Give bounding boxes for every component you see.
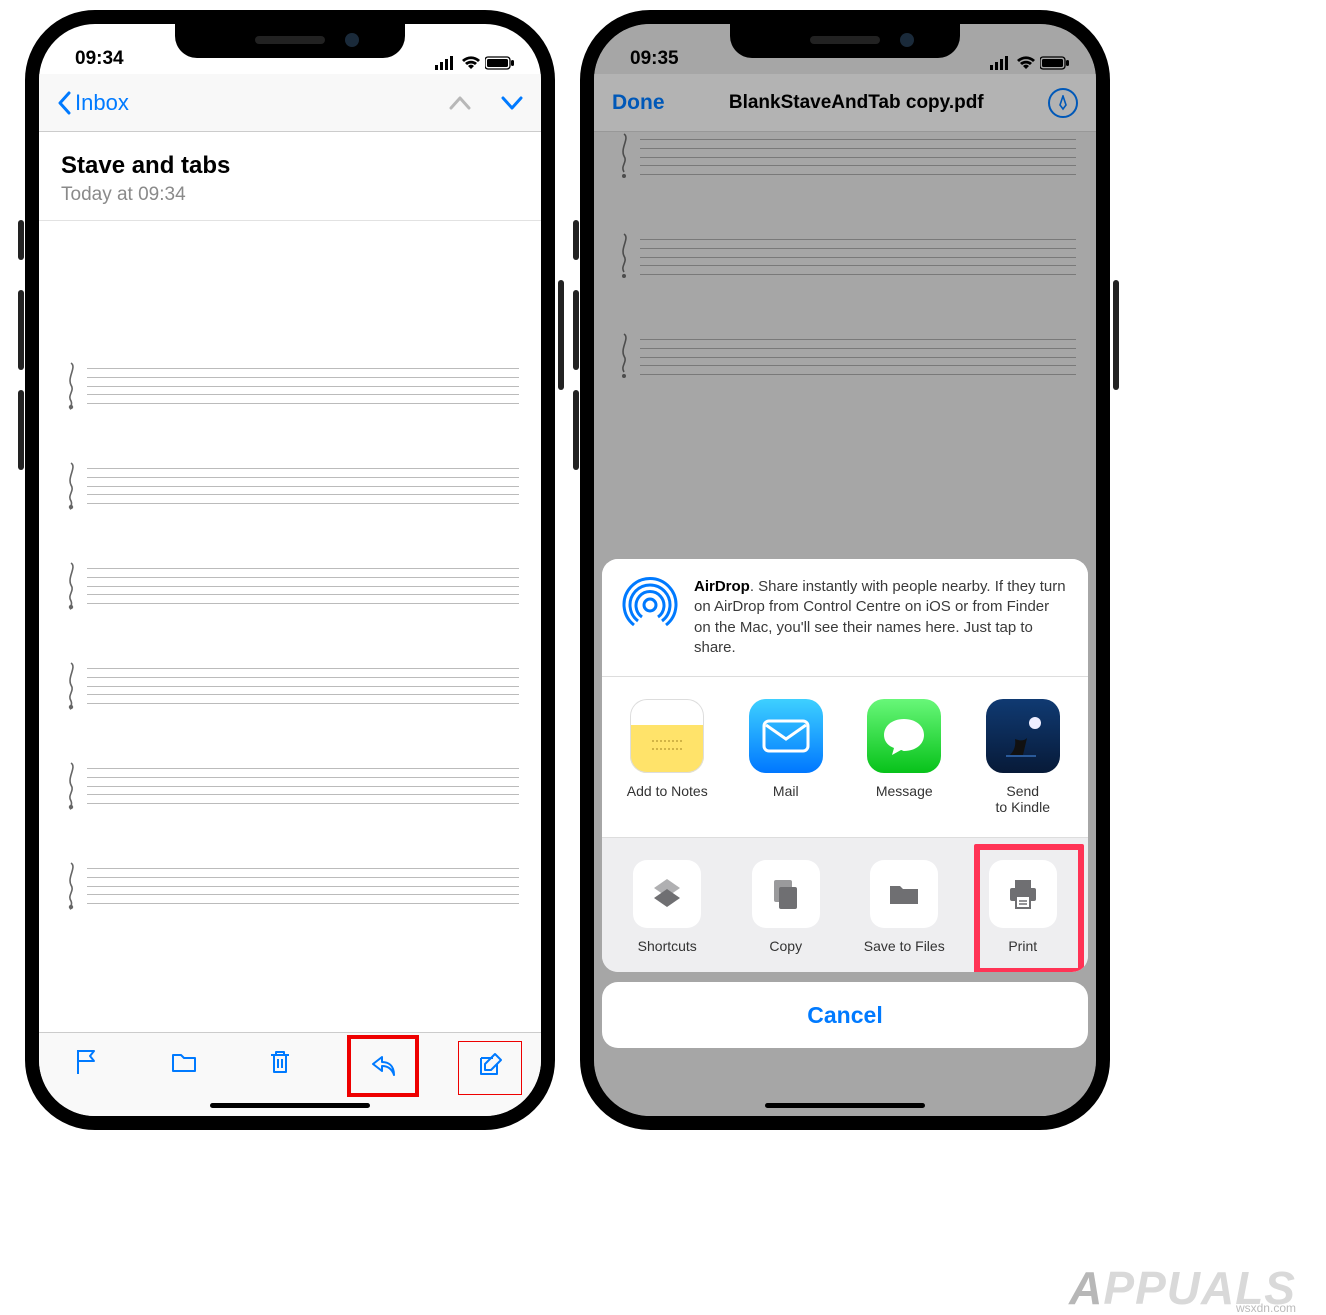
music-staff: [61, 461, 519, 511]
music-staff: [61, 361, 519, 411]
compose-button[interactable]: [458, 1041, 522, 1095]
treble-clef-icon: [61, 761, 81, 811]
email-subject: Stave and tabs: [61, 152, 519, 180]
folder-icon: [886, 876, 922, 912]
share-app-send-to-kindle[interactable]: Send to Kindle: [973, 699, 1073, 815]
status-time: 09:34: [75, 48, 124, 70]
home-indicator[interactable]: [765, 1103, 925, 1108]
email-header: Stave and tabs Today at 09:34: [39, 132, 541, 221]
shortcuts-icon: [649, 876, 685, 912]
treble-clef-icon: [61, 461, 81, 511]
markup-pen-icon: [1055, 95, 1071, 111]
email-date: Today at 09:34: [61, 184, 519, 206]
action-label: Copy: [736, 938, 836, 954]
markup-button[interactable]: [1048, 88, 1078, 118]
app-label: Add to Notes: [617, 783, 717, 799]
treble-clef-icon: [61, 661, 81, 711]
battery-icon: [1040, 56, 1070, 70]
wifi-icon: [461, 56, 481, 70]
back-label: Inbox: [75, 90, 129, 116]
reply-share-button[interactable]: [347, 1035, 419, 1097]
email-body: /* staves generated below via cloning */: [39, 221, 541, 981]
action-shortcuts[interactable]: Shortcuts: [617, 860, 717, 954]
status-time: 09:35: [630, 48, 679, 70]
mute-switch: [573, 220, 579, 260]
chevron-left-icon: [57, 91, 73, 115]
message-icon: [880, 715, 928, 757]
phone-left-frame: 09:34 Inbox Stave and tabs Today at 09:3…: [25, 10, 555, 1130]
trash-button[interactable]: [251, 1047, 309, 1077]
phone-right-frame: 09:35 Done BlankStaveAndTab copy.pdf Air…: [580, 10, 1110, 1130]
airdrop-text: AirDrop. Share instantly with people nea…: [694, 577, 1068, 658]
volume-up: [573, 290, 579, 370]
share-card: AirDrop. Share instantly with people nea…: [602, 559, 1088, 972]
action-copy[interactable]: Copy: [736, 860, 836, 954]
action-label: Save to Files: [854, 938, 954, 954]
music-staff: [61, 561, 519, 611]
status-icons: [435, 56, 515, 70]
notes-icon: [642, 711, 692, 761]
share-apps-row: Add to Notes Mail Message: [602, 677, 1088, 838]
airdrop-icon: [622, 577, 678, 658]
move-to-folder-button[interactable]: [155, 1047, 213, 1077]
cancel-label: Cancel: [807, 1002, 882, 1029]
done-button[interactable]: Done: [612, 91, 665, 115]
volume-down: [573, 390, 579, 470]
wifi-icon: [1016, 56, 1036, 70]
treble-clef-icon: [61, 361, 81, 411]
music-staff: [61, 661, 519, 711]
pdf-nav-bar: Done BlankStaveAndTab copy.pdf: [594, 74, 1096, 132]
cellular-icon: [990, 56, 1012, 70]
power-button: [1113, 280, 1119, 390]
music-staff: [61, 761, 519, 811]
share-app-add-to-notes[interactable]: Add to Notes: [617, 699, 717, 815]
share-app-mail[interactable]: Mail: [736, 699, 836, 815]
watermark-source: wsxdn.com: [1236, 1301, 1296, 1315]
music-staff: [61, 861, 519, 911]
notch: [175, 24, 405, 58]
volume-down: [18, 390, 24, 470]
app-label: Message: [854, 783, 954, 799]
mail-nav-bar: Inbox: [39, 74, 541, 132]
treble-clef-icon: [61, 561, 81, 611]
kindle-icon: [998, 711, 1048, 761]
share-actions-row: Shortcuts Copy Save to Files Print: [602, 838, 1088, 972]
prev-message-arrow[interactable]: [449, 95, 471, 111]
back-to-inbox[interactable]: Inbox: [57, 90, 129, 116]
app-label: Mail: [736, 783, 836, 799]
airdrop-section[interactable]: AirDrop. Share instantly with people nea…: [602, 559, 1088, 677]
share-app-message[interactable]: Message: [854, 699, 954, 815]
pdf-title: BlankStaveAndTab copy.pdf: [729, 92, 984, 114]
print-highlight-annotation: [974, 844, 1084, 972]
treble-clef-icon: [61, 861, 81, 911]
action-label: Shortcuts: [617, 938, 717, 954]
cancel-button[interactable]: Cancel: [602, 982, 1088, 1048]
mute-switch: [18, 220, 24, 260]
app-label: Send to Kindle: [973, 783, 1073, 815]
notch: [730, 24, 960, 58]
power-button: [558, 280, 564, 390]
flag-button[interactable]: [58, 1047, 116, 1077]
volume-up: [18, 290, 24, 370]
next-message-arrow[interactable]: [501, 95, 523, 111]
battery-icon: [485, 56, 515, 70]
copy-icon: [768, 876, 804, 912]
status-icons: [990, 56, 1070, 70]
home-indicator[interactable]: [210, 1103, 370, 1108]
cellular-icon: [435, 56, 457, 70]
share-sheet: AirDrop. Share instantly with people nea…: [602, 559, 1088, 1048]
action-save-to-files[interactable]: Save to Files: [854, 860, 954, 954]
mail-icon: [762, 719, 810, 753]
